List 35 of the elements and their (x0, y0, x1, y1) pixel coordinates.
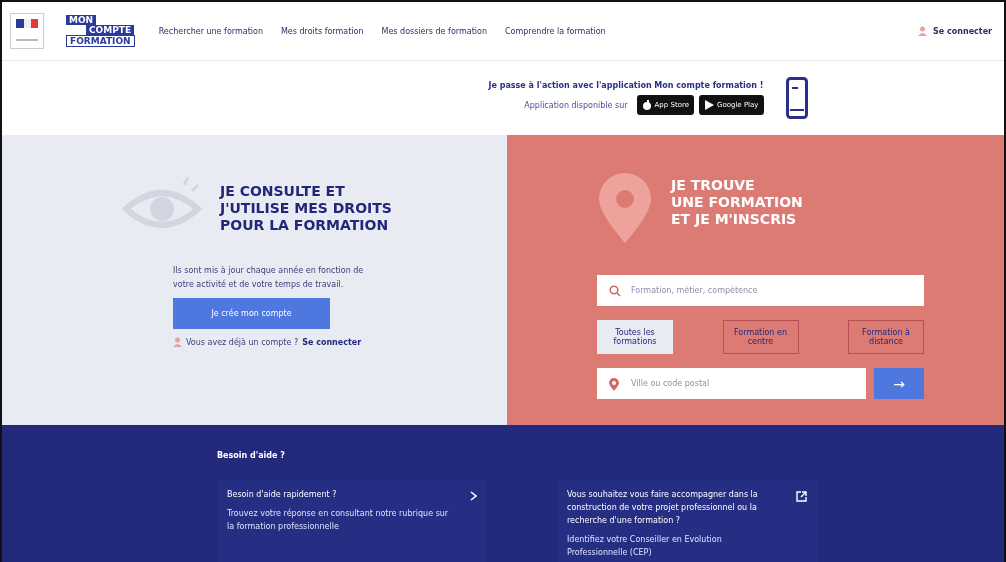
create-account-button[interactable]: Je crée mon compte (173, 298, 330, 329)
help-card[interactable]: Vous souhaitez vous faire accompagner dans la construction de votre projet professionnel ou la recherche d'une formation ? Identifiez votre Conseiller en Evolution Professionnelle (CEP) (557, 480, 817, 562)
nav-link[interactable]: Rechercher une formation (158, 26, 263, 36)
flag-emblem-icon (10, 13, 44, 49)
play-icon (704, 99, 714, 111)
card-title: Vous souhaitez vous faire accompagner dans la construction de votre projet professionnel ou la recherche d'une formation ? (567, 489, 759, 527)
mode-tab[interactable]: Toutes les formations (597, 320, 673, 354)
mode-tab[interactable]: Formation en centre (722, 320, 799, 354)
nav-link[interactable]: Mes droits formation (280, 26, 364, 36)
phone-icon (785, 77, 808, 119)
login-link[interactable]: Se connecter (918, 26, 992, 36)
availability-text: Application disponible sur (524, 100, 628, 110)
map-pin-icon (597, 173, 653, 245)
section-title: Besoin d'aide ? (217, 451, 286, 460)
user-icon (173, 337, 182, 347)
user-icon (918, 26, 928, 36)
logo[interactable]: MON COMPTE FORMATION (66, 15, 135, 47)
external-link-icon (796, 491, 807, 502)
location-field[interactable]: Ville ou code postal (597, 368, 866, 399)
help-card[interactable]: Besoin d'aide rapidement ? Trouvez votre réponse en consultant notre rubrique sur la formation professionnelle (217, 480, 487, 562)
search-button[interactable]: → (874, 368, 924, 399)
search-field[interactable]: Formation, métier, compétence (597, 275, 924, 306)
nav-link[interactable]: Mes dossiers de formation (381, 26, 487, 36)
chevron-right-icon (470, 491, 477, 501)
description-text: Ils sont mis à jour chaque année en fonction de votre activité et de votre temps de travail. (173, 264, 365, 291)
account-question: Vous avez déjà un compte ? (186, 337, 299, 347)
banner-headline: Je passe à l'action avec l'application Mon compte formation ! (488, 81, 764, 90)
panel-title: JE TROUVE UNE FORMATION ET JE M'INSCRIS (671, 177, 803, 228)
login-link[interactable]: Se connecter (302, 337, 362, 347)
card-title: Besoin d'aide rapidement ? (227, 489, 338, 501)
panel-title: JE CONSULTE ET J'UTILISE MES DROITS POUR LA FORMATION (220, 183, 392, 234)
nav-link[interactable]: Comprendre la formation (504, 26, 606, 36)
card-text: Identifiez votre Conseiller en Evolution Professionnelle (CEP) (567, 534, 723, 559)
card-text: Trouvez votre réponse en consultant notre rubrique sur la formation professionnelle (227, 507, 450, 533)
mode-tab[interactable]: Formation à distance (848, 320, 924, 354)
